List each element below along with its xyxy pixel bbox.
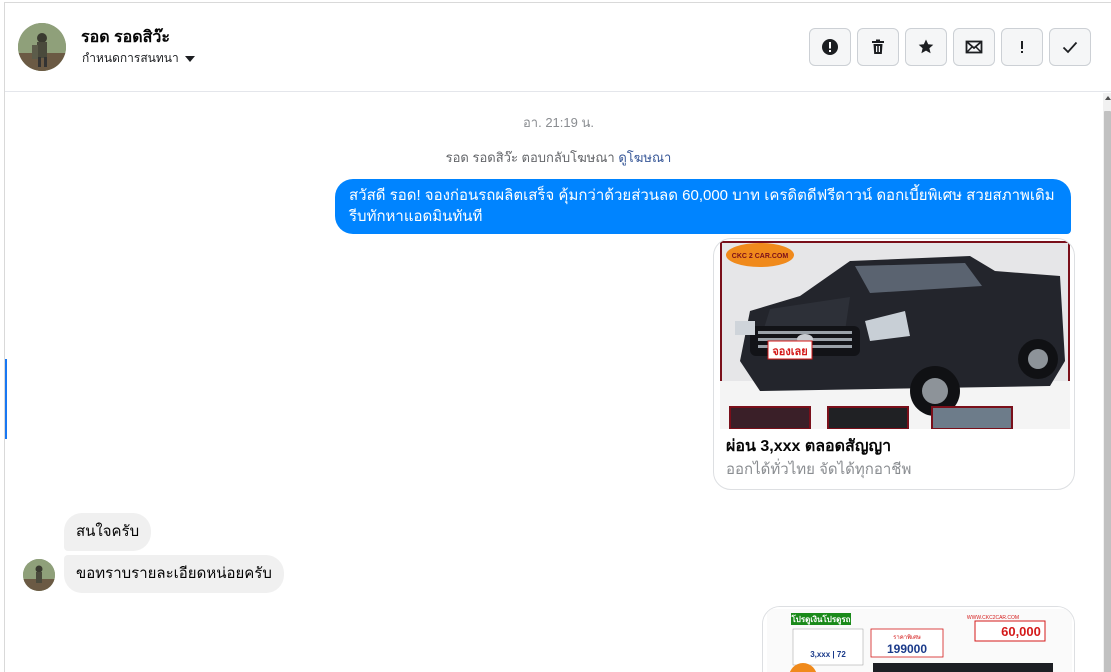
- selection-marker: [5, 359, 7, 439]
- delete-button[interactable]: [857, 28, 899, 66]
- outgoing-message[interactable]: สวัสดี รอด! จองก่อนรถผลิตเสร็จ คุ้มกว่าด…: [335, 179, 1071, 234]
- star-icon: [918, 39, 934, 54]
- ad2-price: 199000: [887, 642, 927, 656]
- ad-card[interactable]: CKC 2 CAR.COM จองเลย ผ่อน 3,xxx ตลอดสัญญ…: [713, 238, 1075, 490]
- ad-card-2[interactable]: โปรดูเงินโปรดูรถ WWW.CKC2CAR.COM 3,xxx |…: [762, 606, 1075, 672]
- mark-done-button[interactable]: [1049, 28, 1091, 66]
- ad2-site: WWW.CKC2CAR.COM: [967, 615, 1019, 621]
- conversation-settings-label: กำหนดการสนทนา: [82, 51, 179, 65]
- ad-badge-text: จองเลย: [772, 346, 807, 358]
- scroll-thumb[interactable]: [1104, 111, 1111, 672]
- thread-scrollbar[interactable]: [1103, 93, 1111, 672]
- ad2-installment: 3,xxx | 72: [810, 650, 846, 659]
- ad-reply-text: รอด รอดสิว๊ะ ตอบกลับโฆษณา: [445, 150, 615, 165]
- message-thread[interactable]: อา. 21:19 น. รอด รอดสิว๊ะ ตอบกลับโฆษณา ด…: [5, 93, 1103, 672]
- envelope-icon: [965, 40, 983, 54]
- ad-card-subtitle: ออกได้ทั่วไทย จัดได้ทุกอาชีพ: [726, 461, 912, 478]
- ad-reply-notice: รอด รอดสิว๊ะ ตอบกลับโฆษณา ดูโฆษณา: [5, 147, 1103, 168]
- scroll-up-arrow-icon[interactable]: [1105, 96, 1111, 100]
- incoming-message[interactable]: สนใจครับ: [64, 513, 152, 551]
- trash-icon: [872, 39, 884, 54]
- message-timestamp: อา. 21:19 น.: [523, 115, 594, 130]
- ad-logo-text: CKC 2 CAR.COM: [732, 253, 789, 260]
- chevron-down-icon: [184, 56, 195, 62]
- messenger-window: รอด รอดสิว๊ะ กำหนดการสนทนา อา. 21:19 น. …: [4, 2, 1111, 672]
- conversation-settings-dropdown[interactable]: กำหนดการสนทนา: [82, 49, 195, 68]
- conversation-header: รอด รอดสิว๊ะ กำหนดการสนทนา: [5, 3, 1111, 92]
- ad2-price-label: ราคาพิเศษ: [893, 634, 921, 641]
- exclamation-icon: [1021, 41, 1023, 53]
- incoming-message[interactable]: ขอทราบรายละเอียดหน่อยครับ: [64, 555, 284, 593]
- ad-card-title[interactable]: ผ่อน 3,xxx ตลอดสัญญา: [726, 434, 891, 459]
- ad2-discount: 60,000: [1001, 624, 1041, 639]
- contact-name[interactable]: รอด รอดสิว๊ะ: [81, 25, 170, 50]
- checkmark-icon: [1062, 41, 1078, 54]
- report-button[interactable]: [809, 28, 851, 66]
- ad2-headline: โปรดูเงินโปรดูรถ: [791, 614, 851, 625]
- mark-unread-button[interactable]: [953, 28, 995, 66]
- view-ad-link[interactable]: ดูโฆษณา: [618, 150, 671, 165]
- contact-avatar-small[interactable]: [23, 559, 55, 591]
- header-actions: [809, 28, 1091, 66]
- star-button[interactable]: [905, 28, 947, 66]
- alert-circle-icon: [822, 39, 838, 55]
- contact-avatar[interactable]: [18, 23, 66, 71]
- ad-card-image[interactable]: CKC 2 CAR.COM จองเลย: [720, 241, 1070, 429]
- spam-button[interactable]: [1001, 28, 1043, 66]
